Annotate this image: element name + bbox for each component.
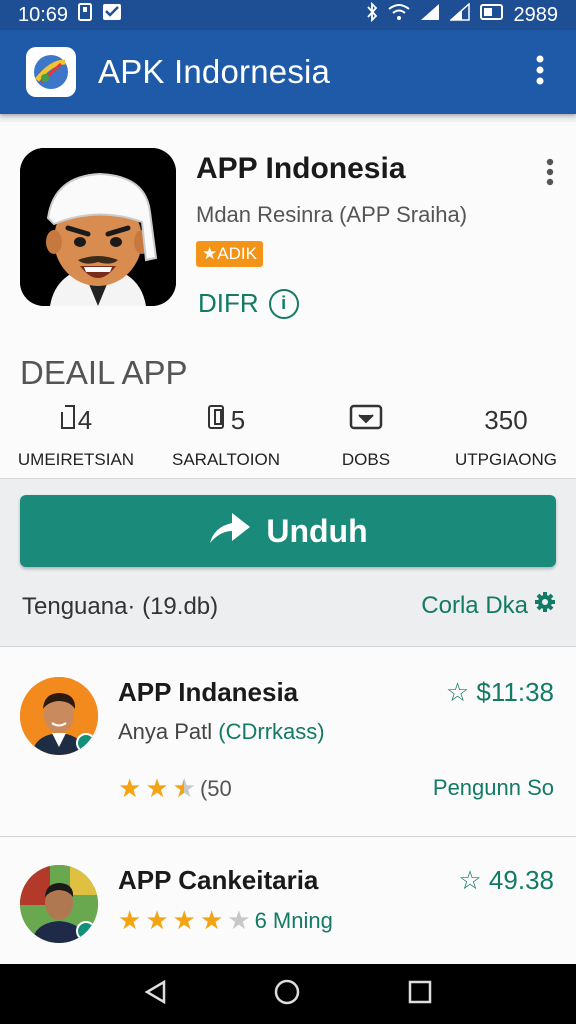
bluetooth-icon — [366, 1, 378, 28]
star-empty-icon: ★ — [227, 905, 251, 935]
rating-stars: ★ ★ ★★ (50 — [118, 773, 232, 804]
stat-label: UTPGIAONG — [454, 450, 557, 469]
file-size: Tenguana· (19.db) — [22, 593, 219, 620]
gear-icon — [534, 591, 556, 620]
stats-row: 4 UMEIRETSIAN 5 SARALTOION DOBS 350 UTPG… — [0, 404, 576, 476]
stat-value: 5 — [230, 404, 246, 435]
info-icon[interactable]: i — [268, 288, 299, 319]
battery-icon — [479, 3, 504, 27]
star-icon: ★ — [199, 905, 224, 935]
avatar — [20, 677, 98, 755]
app-bar-title: APK Indornesia — [98, 53, 331, 90]
section-title: DEAIL APP — [20, 354, 188, 391]
list-item-category[interactable]: Pengunn So — [433, 775, 554, 801]
stat-label: DOBS — [341, 450, 391, 469]
star-icon: ★ — [145, 905, 169, 935]
list-item-title: APP Cankeitaria — [118, 865, 319, 895]
info-link[interactable]: DIFR i — [198, 288, 299, 319]
app-name: APP Indonesia — [196, 152, 406, 185]
inbox-download-icon — [349, 403, 383, 438]
info-link-label: DIFR — [198, 288, 259, 318]
list-item-price: ☆ $11:38 — [445, 677, 554, 707]
rating-count: (50 — [199, 775, 232, 801]
rating-label: 6 Mning — [254, 907, 333, 933]
download-label: Unduh — [266, 512, 368, 549]
message-icon — [102, 3, 122, 27]
more-link-label: Corla Dka — [421, 591, 528, 619]
star-icon: ★ — [118, 905, 142, 935]
rating-badge: ★ADIK — [196, 241, 263, 267]
star-icon: ★ — [118, 773, 142, 803]
overflow-menu-icon[interactable] — [526, 55, 554, 90]
battery-level: 2989 — [513, 3, 559, 26]
list-item[interactable]: APP Cankeitaria ☆ 49.38 ★ ★ ★ ★ ★ 6 Mnin… — [0, 836, 576, 964]
download-button[interactable]: Unduh — [20, 495, 556, 567]
system-nav-bar — [0, 964, 576, 1024]
arrow-right-icon — [208, 507, 252, 555]
list-item-price: ☆ 49.38 — [458, 865, 554, 895]
app-logo-icon[interactable] — [26, 47, 76, 97]
verified-icon — [76, 921, 96, 941]
avatar — [20, 865, 98, 943]
verified-icon — [76, 733, 96, 753]
list-item-title: APP Indanesia — [118, 677, 299, 707]
download-section: Unduh Tenguana· (19.db) Corla Dka — [0, 478, 576, 644]
back-icon[interactable] — [144, 979, 166, 1009]
home-icon[interactable] — [273, 978, 301, 1011]
star-icon: ★ — [145, 773, 169, 803]
stat-value: 4 — [77, 404, 93, 435]
signal-2-icon — [448, 2, 470, 27]
stat-item: 5 SARALTOION — [154, 404, 298, 470]
more-link[interactable]: Corla Dka — [421, 591, 556, 620]
status-time: 10:69 — [18, 3, 69, 26]
stat-value: 350 — [484, 404, 528, 435]
stat-label: UMEIRETSIAN — [17, 450, 135, 469]
card-overflow-menu-icon[interactable] — [546, 158, 554, 193]
stat-item: 350 UTPGIAONG — [434, 404, 576, 470]
phone-icon — [60, 404, 76, 437]
star-half-icon: ★★ — [172, 773, 196, 803]
rating-stars: ★ ★ ★ ★ ★ 6 Mning — [118, 905, 333, 936]
app-icon[interactable] — [20, 148, 176, 306]
recents-icon[interactable] — [408, 980, 432, 1009]
stat-label: SARALTOION — [171, 450, 280, 469]
list-item-subtitle: Anya Patl (CDrrkass) — [118, 719, 325, 744]
app-bar: APK Indornesia — [0, 30, 576, 114]
app-detail-card: APP Indonesia Mdan Resinra (APP Sraiha) … — [0, 122, 576, 478]
star-icon: ★ — [172, 905, 196, 935]
document-icon — [207, 404, 229, 437]
stat-item: DOBS — [294, 404, 438, 470]
wifi-icon — [387, 3, 410, 27]
developer-name[interactable]: Mdan Resinra (APP Sraiha) — [196, 202, 467, 228]
signal-icon — [420, 3, 440, 27]
sim-icon — [78, 3, 93, 27]
list-item[interactable]: APP Indanesia ☆ $11:38 Anya Patl (CDrrka… — [0, 646, 576, 836]
status-bar: 10:69 2989 — [0, 0, 576, 30]
stat-item: 4 UMEIRETSIAN — [4, 404, 148, 470]
